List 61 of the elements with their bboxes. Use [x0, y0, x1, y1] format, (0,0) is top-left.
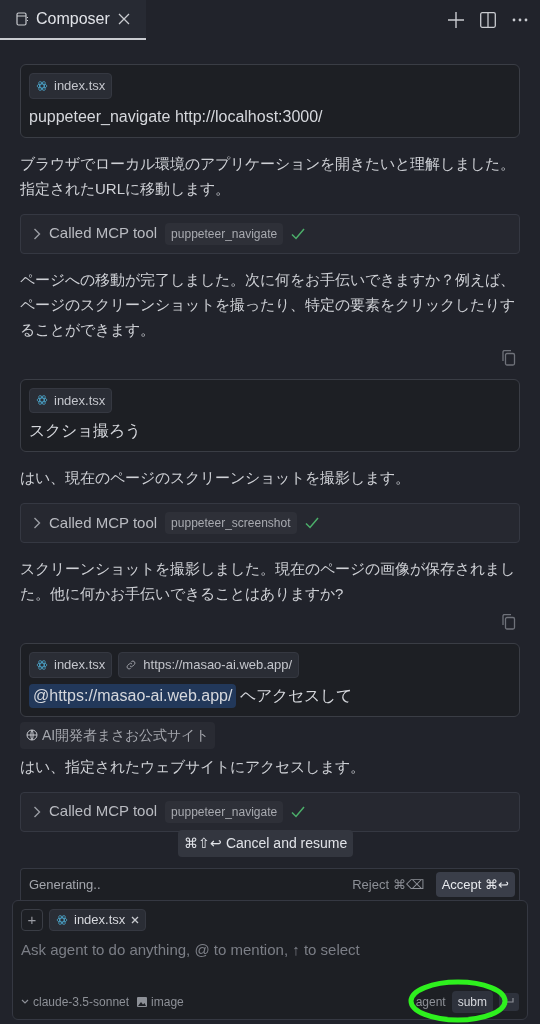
tool-label: Called MCP tool: [49, 223, 158, 244]
react-icon: [56, 914, 68, 926]
composer-tab[interactable]: Composer: [0, 0, 146, 40]
image-icon: [137, 997, 148, 1007]
tool-call-card[interactable]: Called MCP tool puppeteer_navigate: [20, 213, 520, 254]
globe-icon: [26, 729, 38, 741]
message-text: スクショ撮ろう: [29, 421, 141, 441]
file-chip[interactable]: index.tsx: [49, 909, 147, 931]
source-chip[interactable]: AI開発者まさお公式サイト: [20, 721, 216, 749]
react-icon: [36, 658, 48, 671]
file-chip[interactable]: index.tsx: [29, 652, 113, 678]
image-button[interactable]: image: [137, 993, 184, 1011]
tool-label: Called MCP tool: [49, 801, 158, 822]
link-icon: [125, 658, 138, 671]
reject-button[interactable]: Reject ⌘⌫: [352, 874, 424, 895]
chip-label: https://masao-ai.web.app/: [143, 656, 293, 674]
assistant-text: はい、現在のページのスクリーンショットを撮影します。: [20, 468, 411, 488]
source-label: AI開発者まさお公式サイト: [42, 725, 210, 745]
submit-button[interactable]: subm: [451, 991, 493, 1013]
chevron-right-icon: [33, 517, 41, 529]
tool-label: Called MCP tool: [49, 512, 158, 533]
chevron-right-icon: [33, 805, 41, 818]
tool-name: puppeteer_navigate: [165, 222, 284, 245]
split-view-icon[interactable]: [480, 12, 496, 28]
assistant-text: スクリーンショットを撮影しました。現在のページの画像が保存されました。他に何かお手伝いできることはありますか?: [20, 559, 516, 604]
chip-label: index.tsx: [54, 77, 106, 95]
plus-icon[interactable]: [448, 12, 464, 28]
assistant-text: はい、指定されたウェブサイトにアクセスします。: [20, 756, 366, 777]
file-chip[interactable]: index.tsx: [29, 387, 113, 413]
chevron-right-icon: [33, 227, 41, 240]
message-text: ヘアクセスして: [240, 685, 353, 706]
mode-selector[interactable]: agent: [415, 993, 446, 1011]
tool-call-card[interactable]: Called MCP tool puppeteer_screenshot: [20, 503, 520, 543]
copy-icon[interactable]: [502, 614, 516, 630]
assistant-text: ページへの移動が完了しました。次に何をお手伝いできますか？例えば、ページのスクリーンショットを撮ったり、特定の要素をクリックしたりすることができます。: [20, 269, 516, 340]
mention-tag[interactable]: @https://masao-ai.web.app/: [29, 683, 237, 708]
message-text: puppeteer_navigate http://localhost:3000/: [29, 106, 323, 127]
model-selector[interactable]: claude-3.5-sonnet: [21, 993, 130, 1011]
react-icon: [36, 394, 48, 407]
close-icon[interactable]: [131, 916, 140, 924]
file-chip[interactable]: https://masao-ai.web.app/: [118, 652, 300, 678]
chip-label: index.tsx: [74, 911, 126, 930]
chip-label: index.tsx: [54, 391, 106, 410]
chip-label: index.tsx: [54, 656, 106, 674]
tool-call-card[interactable]: Called MCP tool puppeteer_navigate: [20, 791, 520, 832]
chat-input[interactable]: Ask agent to do anything, @ to mention, ↑ to select: [21, 939, 519, 962]
more-icon[interactable]: [512, 18, 528, 22]
close-icon[interactable]: [117, 13, 130, 25]
notebook-icon: [16, 12, 28, 26]
copy-icon[interactable]: [502, 349, 516, 366]
react-icon: [36, 79, 48, 92]
tooltip: ⌘⇧↩ Cancel and resume: [178, 830, 354, 857]
file-chip[interactable]: index.tsx: [29, 73, 113, 99]
tool-name: puppeteer_navigate: [165, 800, 284, 823]
add-context-button[interactable]: +: [21, 909, 43, 931]
generating-status: Generating..: [29, 875, 101, 894]
accept-button[interactable]: Accept ⌘↩: [435, 871, 515, 898]
tab-title: Composer: [36, 9, 110, 29]
chevron-down-icon: [21, 999, 29, 1005]
assistant-text: ブラウザでローカル環境のアプリケーションを開きたいと理解しました。指定されたURLに移動します。: [20, 153, 516, 199]
tool-name: puppeteer_screenshot: [165, 512, 297, 534]
